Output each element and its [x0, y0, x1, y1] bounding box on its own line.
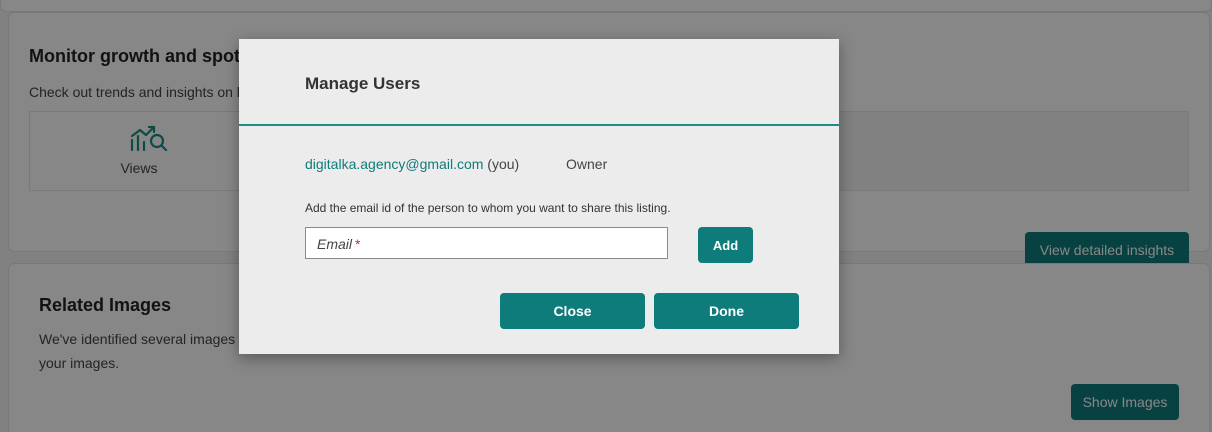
- manage-users-dialog: Manage Users digitalka.agency@gmail.com …: [239, 39, 839, 354]
- close-button[interactable]: Close: [500, 293, 645, 329]
- user-you-label: (you): [487, 156, 520, 172]
- user-role: Owner: [566, 156, 608, 172]
- email-placeholder: Email *: [317, 236, 360, 252]
- dialog-title: Manage Users: [305, 74, 421, 93]
- share-hint-text: Add the email id of the person to whom y…: [305, 201, 671, 215]
- done-button[interactable]: Done: [654, 293, 799, 329]
- required-marker: *: [355, 236, 361, 252]
- dialog-header: Manage Users: [239, 39, 839, 126]
- user-row: digitalka.agency@gmail.com (you): [305, 156, 519, 172]
- email-placeholder-text: Email: [317, 236, 353, 252]
- user-email: digitalka.agency@gmail.com: [305, 156, 484, 172]
- email-field[interactable]: Email *: [305, 227, 668, 259]
- add-user-button[interactable]: Add: [698, 227, 753, 263]
